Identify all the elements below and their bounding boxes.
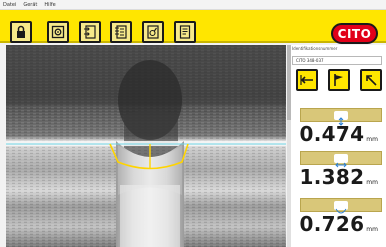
document-list-icon [115,25,127,39]
note-document-button[interactable] [174,21,196,43]
radius-unit: mm [366,226,378,233]
arrow-left-measure-icon [300,75,313,85]
cito-logo: CITO [331,23,378,44]
scan-image-viewport[interactable] [6,45,286,247]
menu-bar: Datei Gerät Hilfe [0,0,386,10]
app-window: Datei Gerät Hilfe CITO Identifikationsnu… [0,0,386,247]
measure-tools [294,69,384,91]
arrow-diagonal-icon [366,75,377,86]
menu-geraet[interactable]: Gerät [23,0,37,10]
width-value: 1.382 [299,165,365,189]
menu-hilfe[interactable]: Hilfe [44,0,55,10]
logo-text: CITO [337,26,372,41]
lock-icon [17,25,25,38]
depth-value-row: 0.474 mm [300,122,382,146]
id-field[interactable]: CITO 348-037 [292,56,382,65]
radius-value: 0.726 [299,212,365,236]
arrow-diagonal-button[interactable] [360,69,382,91]
document-list-button[interactable] [110,21,132,43]
menu-datei[interactable]: Datei [3,0,16,10]
panel-scrollbar[interactable] [287,45,291,247]
depth-value: 0.474 [299,122,365,146]
flag-button[interactable] [328,69,350,91]
measure-document-icon [147,25,159,39]
width-value-row: 1.382 mm [300,165,382,189]
width-unit: mm [366,179,378,186]
toolbar: CITO [0,10,386,44]
target-button[interactable] [47,21,69,43]
depth-bar [300,108,382,126]
lock-button[interactable] [10,21,32,43]
scan-image [6,45,286,247]
document-arrows-button[interactable] [79,21,101,43]
radius-bar [300,198,382,214]
width-bar [300,151,382,168]
id-label: Identifikationsnummer [292,46,338,51]
scrollbar-thumb[interactable] [287,45,291,120]
arrow-left-measure-button[interactable] [296,69,318,91]
note-document-icon [179,25,191,39]
flag-icon [334,74,343,86]
radius-value-row: 0.726 mm [300,212,382,236]
measurement-depth: 0.474 mm [300,108,382,153]
target-icon [51,25,65,39]
measurement-width: 1.382 mm [300,151,382,196]
measure-document-button[interactable] [142,21,164,43]
document-arrows-icon [84,25,96,39]
depth-unit: mm [366,136,378,143]
measurement-radius: 0.726 mm [300,198,382,243]
